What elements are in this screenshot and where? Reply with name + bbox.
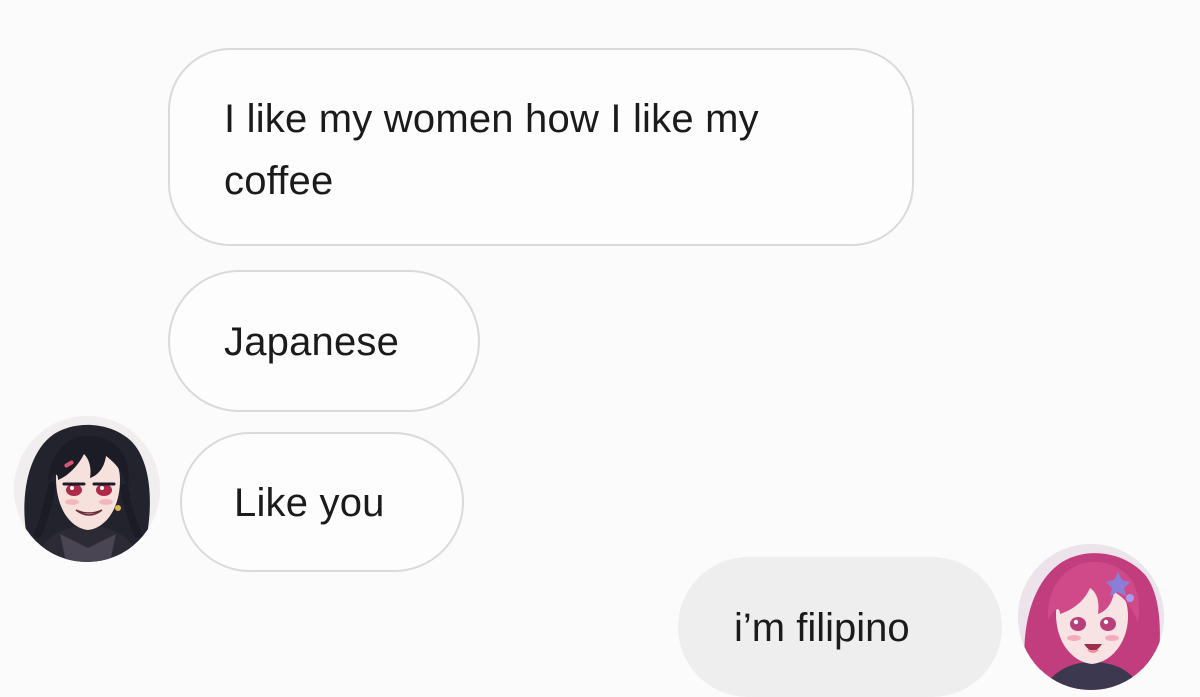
incoming-message-bubble[interactable]: I like my women how I like my coffee	[168, 48, 914, 246]
message-text: Like you	[234, 481, 385, 525]
chat-thread: I like my women how I like my coffee Jap…	[0, 0, 1200, 697]
outgoing-message-bubble[interactable]: i’m filipino	[678, 557, 1002, 697]
message-text: Japanese	[224, 320, 400, 364]
message-text: I like my women how I like my coffee	[224, 97, 759, 203]
incoming-message-bubble[interactable]: Like you	[180, 432, 464, 572]
incoming-message-bubble[interactable]: Japanese	[168, 270, 480, 412]
anime-avatar-dark-hair-icon	[14, 416, 160, 562]
message-text: i’m filipino	[734, 606, 910, 650]
user-avatar[interactable]	[1018, 544, 1164, 690]
anime-avatar-pink-hair-icon	[1018, 544, 1164, 690]
sender-avatar[interactable]	[14, 416, 160, 562]
